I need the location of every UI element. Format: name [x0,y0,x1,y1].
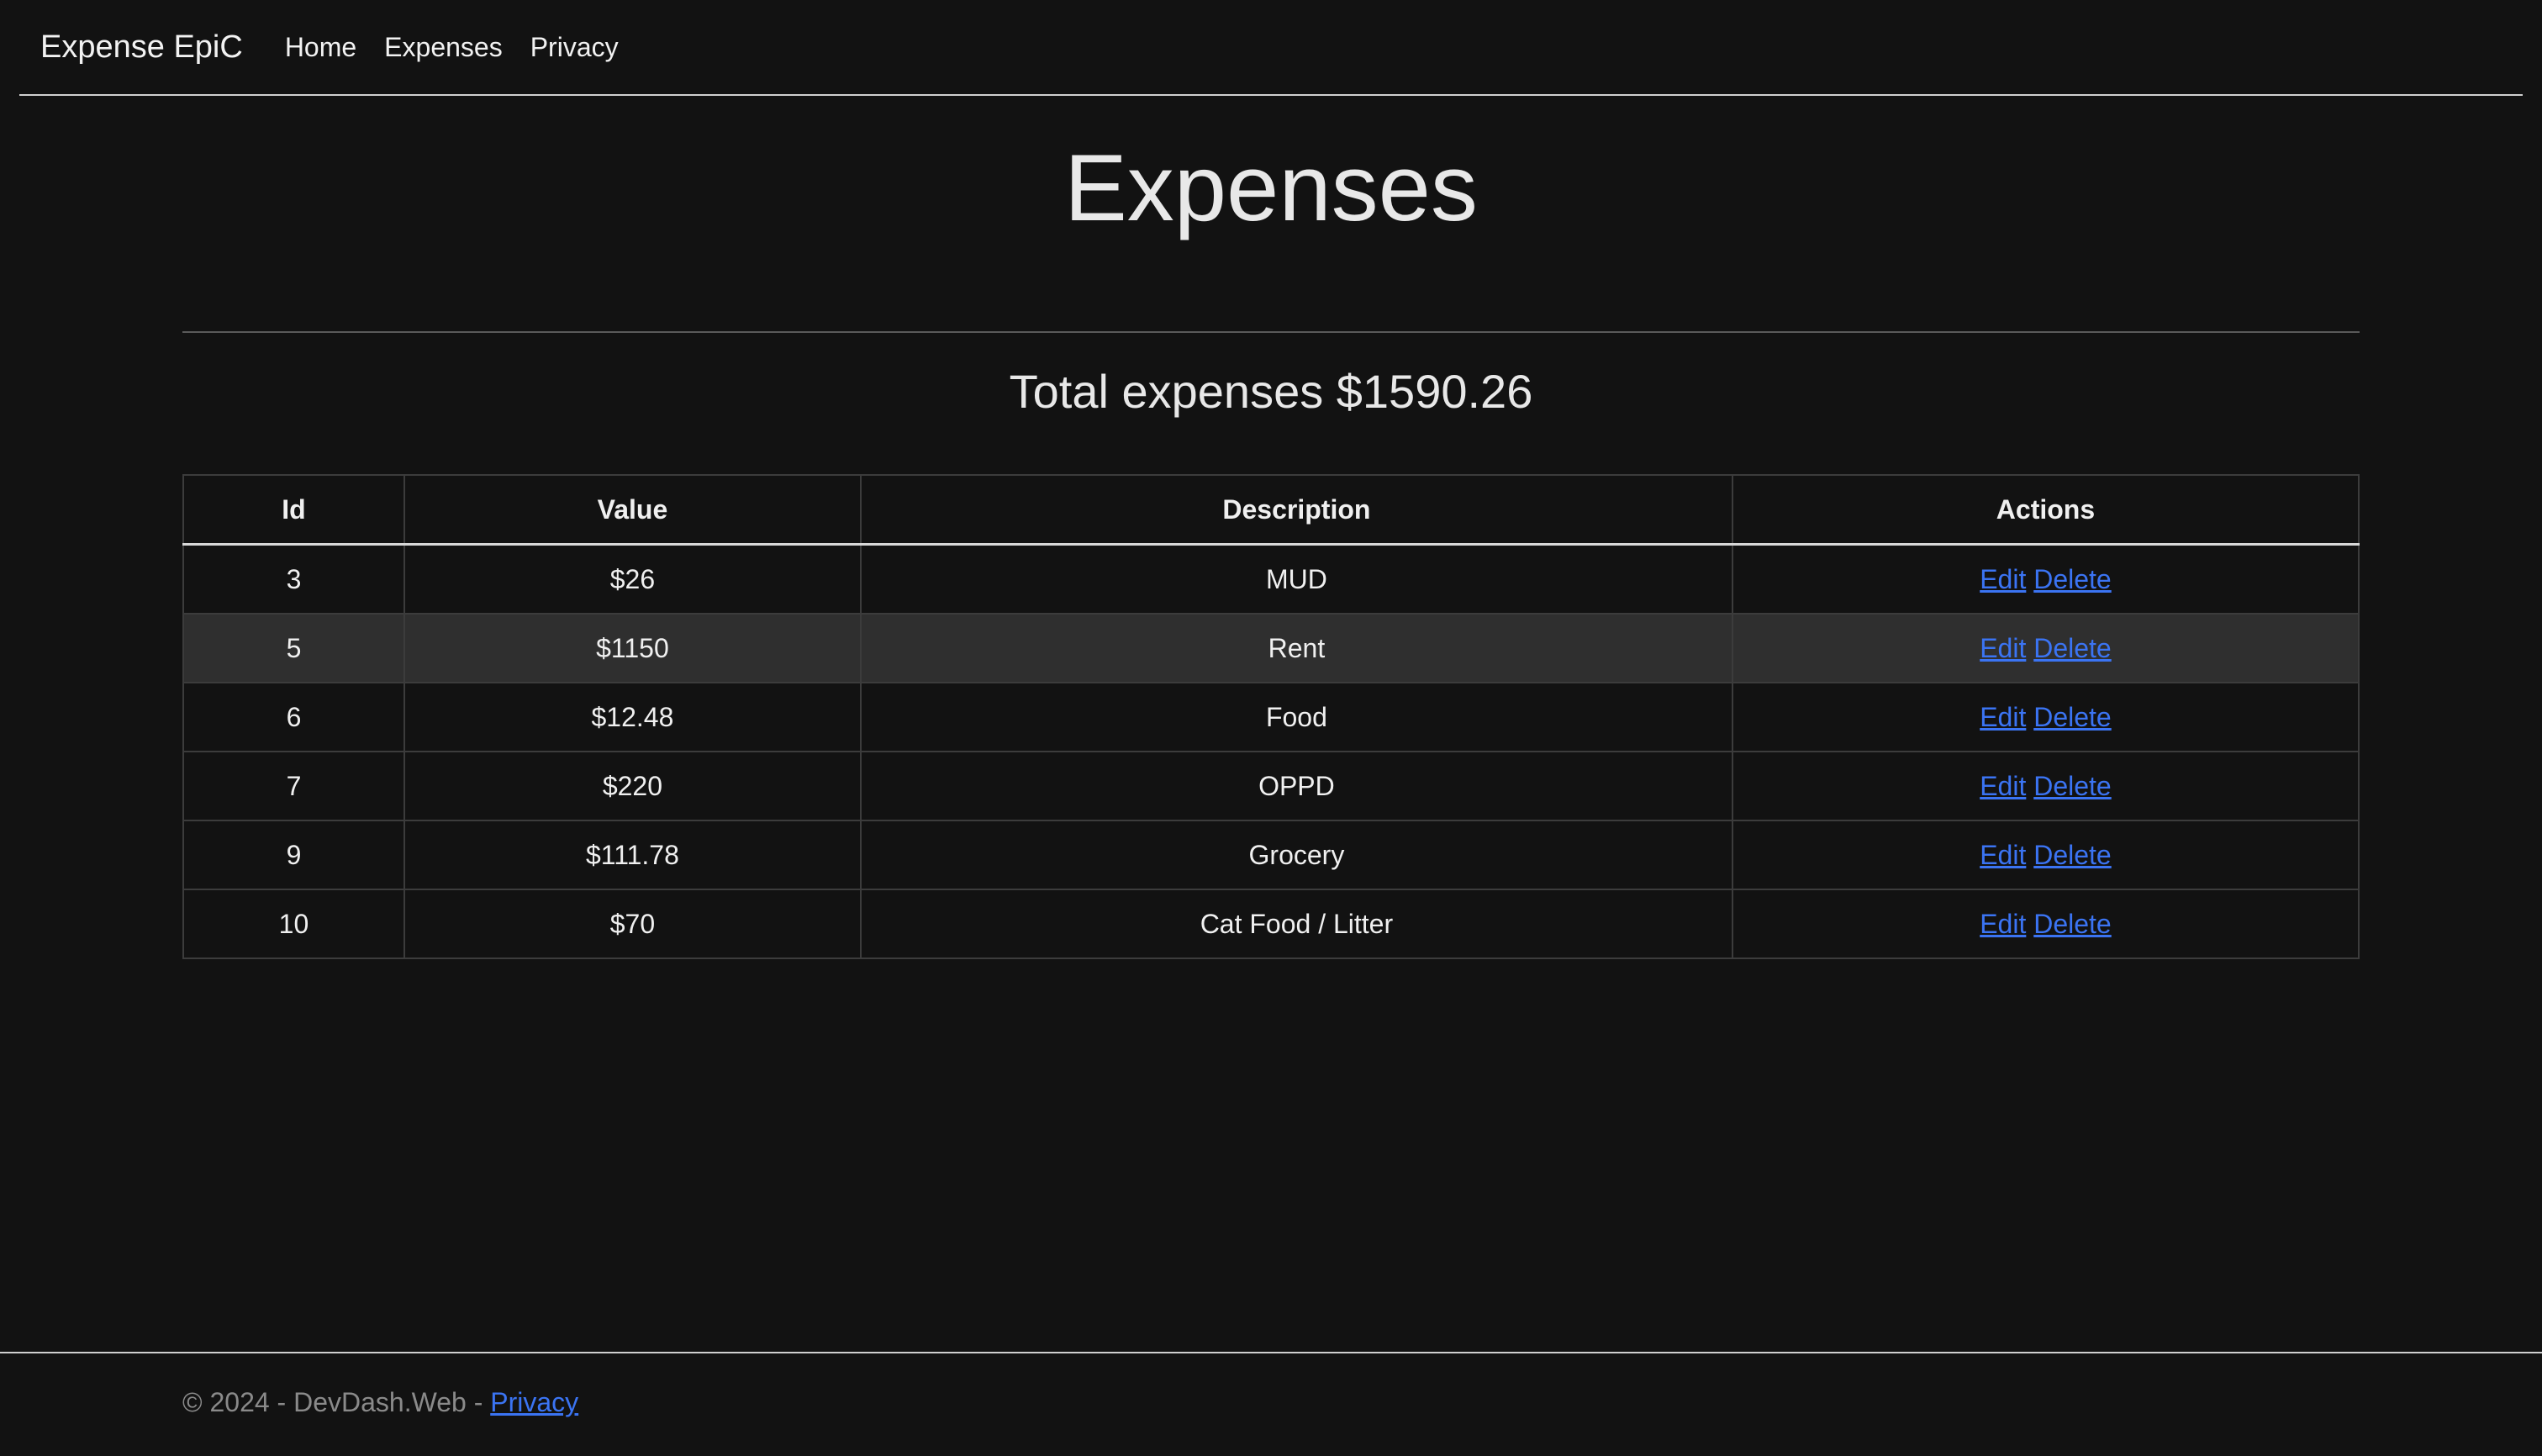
footer: © 2024 - DevDash.Web - Privacy [0,1352,2542,1456]
table-header-row: Id Value Description Actions [182,474,2360,546]
edit-link[interactable]: Edit [1980,702,2026,732]
cell-actions: Edit Delete [1731,613,2360,683]
cell-actions: Edit Delete [1731,543,2360,615]
cell-id: 5 [182,613,405,683]
cell-actions: Edit Delete [1731,682,2360,752]
edit-link[interactable]: Edit [1980,909,2026,939]
cell-id: 3 [182,543,405,615]
page: Expense EpiC Home Expenses Privacy Expen… [0,0,2542,1456]
cell-description: Food [859,682,1733,752]
cell-description: Grocery [859,820,1733,890]
brand-link[interactable]: Expense EpiC [40,29,243,66]
edit-link[interactable]: Edit [1980,633,2026,663]
delete-link[interactable]: Delete [2033,702,2112,732]
cell-description: Cat Food / Litter [859,889,1733,959]
delete-link[interactable]: Delete [2033,564,2112,594]
cell-value: $12.48 [403,682,862,752]
page-title: Expenses [1064,135,1478,240]
section-divider [182,331,2360,333]
nav-link-privacy[interactable]: Privacy [530,32,619,63]
copyright-text: © 2024 - DevDash.Web - [182,1387,491,1417]
table-row: 3 $26 MUD Edit Delete [182,543,2360,615]
column-header-description: Description [859,474,1733,546]
cell-description: Rent [859,613,1733,683]
column-header-id: Id [182,474,405,546]
cell-id: 10 [182,889,405,959]
cell-value: $70 [403,889,862,959]
delete-link[interactable]: Delete [2033,633,2112,663]
navbar: Expense EpiC Home Expenses Privacy [19,0,2523,96]
column-header-actions: Actions [1731,474,2360,546]
edit-link[interactable]: Edit [1980,564,2026,594]
cell-value: $26 [403,543,862,615]
cell-id: 6 [182,682,405,752]
table-row: 7 $220 OPPD Edit Delete [182,751,2360,821]
table-row: 5 $1150 Rent Edit Delete [182,613,2360,683]
nav-link-expenses[interactable]: Expenses [384,32,503,63]
table-row: 6 $12.48 Food Edit Delete [182,682,2360,752]
cell-value: $220 [403,751,862,821]
cell-value: $1150 [403,613,862,683]
cell-description: OPPD [859,751,1733,821]
cell-actions: Edit Delete [1731,820,2360,890]
main-content: Expenses Total expenses $1590.26 Id Valu… [182,96,2360,959]
delete-link[interactable]: Delete [2033,771,2112,801]
cell-value: $111.78 [403,820,862,890]
cell-actions: Edit Delete [1731,751,2360,821]
nav-link-home[interactable]: Home [285,32,356,63]
cell-id: 7 [182,751,405,821]
edit-link[interactable]: Edit [1980,771,2026,801]
footer-privacy-link[interactable]: Privacy [490,1387,578,1417]
edit-link[interactable]: Edit [1980,840,2026,870]
footer-text: © 2024 - DevDash.Web - Privacy [182,1387,578,1418]
cell-actions: Edit Delete [1731,889,2360,959]
column-header-value: Value [403,474,862,546]
cell-id: 9 [182,820,405,890]
delete-link[interactable]: Delete [2033,840,2112,870]
cell-description: MUD [859,543,1733,615]
total-expenses: Total expenses $1590.26 [1009,365,1533,418]
table-row: 9 $111.78 Grocery Edit Delete [182,820,2360,890]
expenses-table: Id Value Description Actions 3 $26 MUD E… [182,474,2360,959]
table-row: 10 $70 Cat Food / Litter Edit Delete [182,889,2360,959]
delete-link[interactable]: Delete [2033,909,2112,939]
